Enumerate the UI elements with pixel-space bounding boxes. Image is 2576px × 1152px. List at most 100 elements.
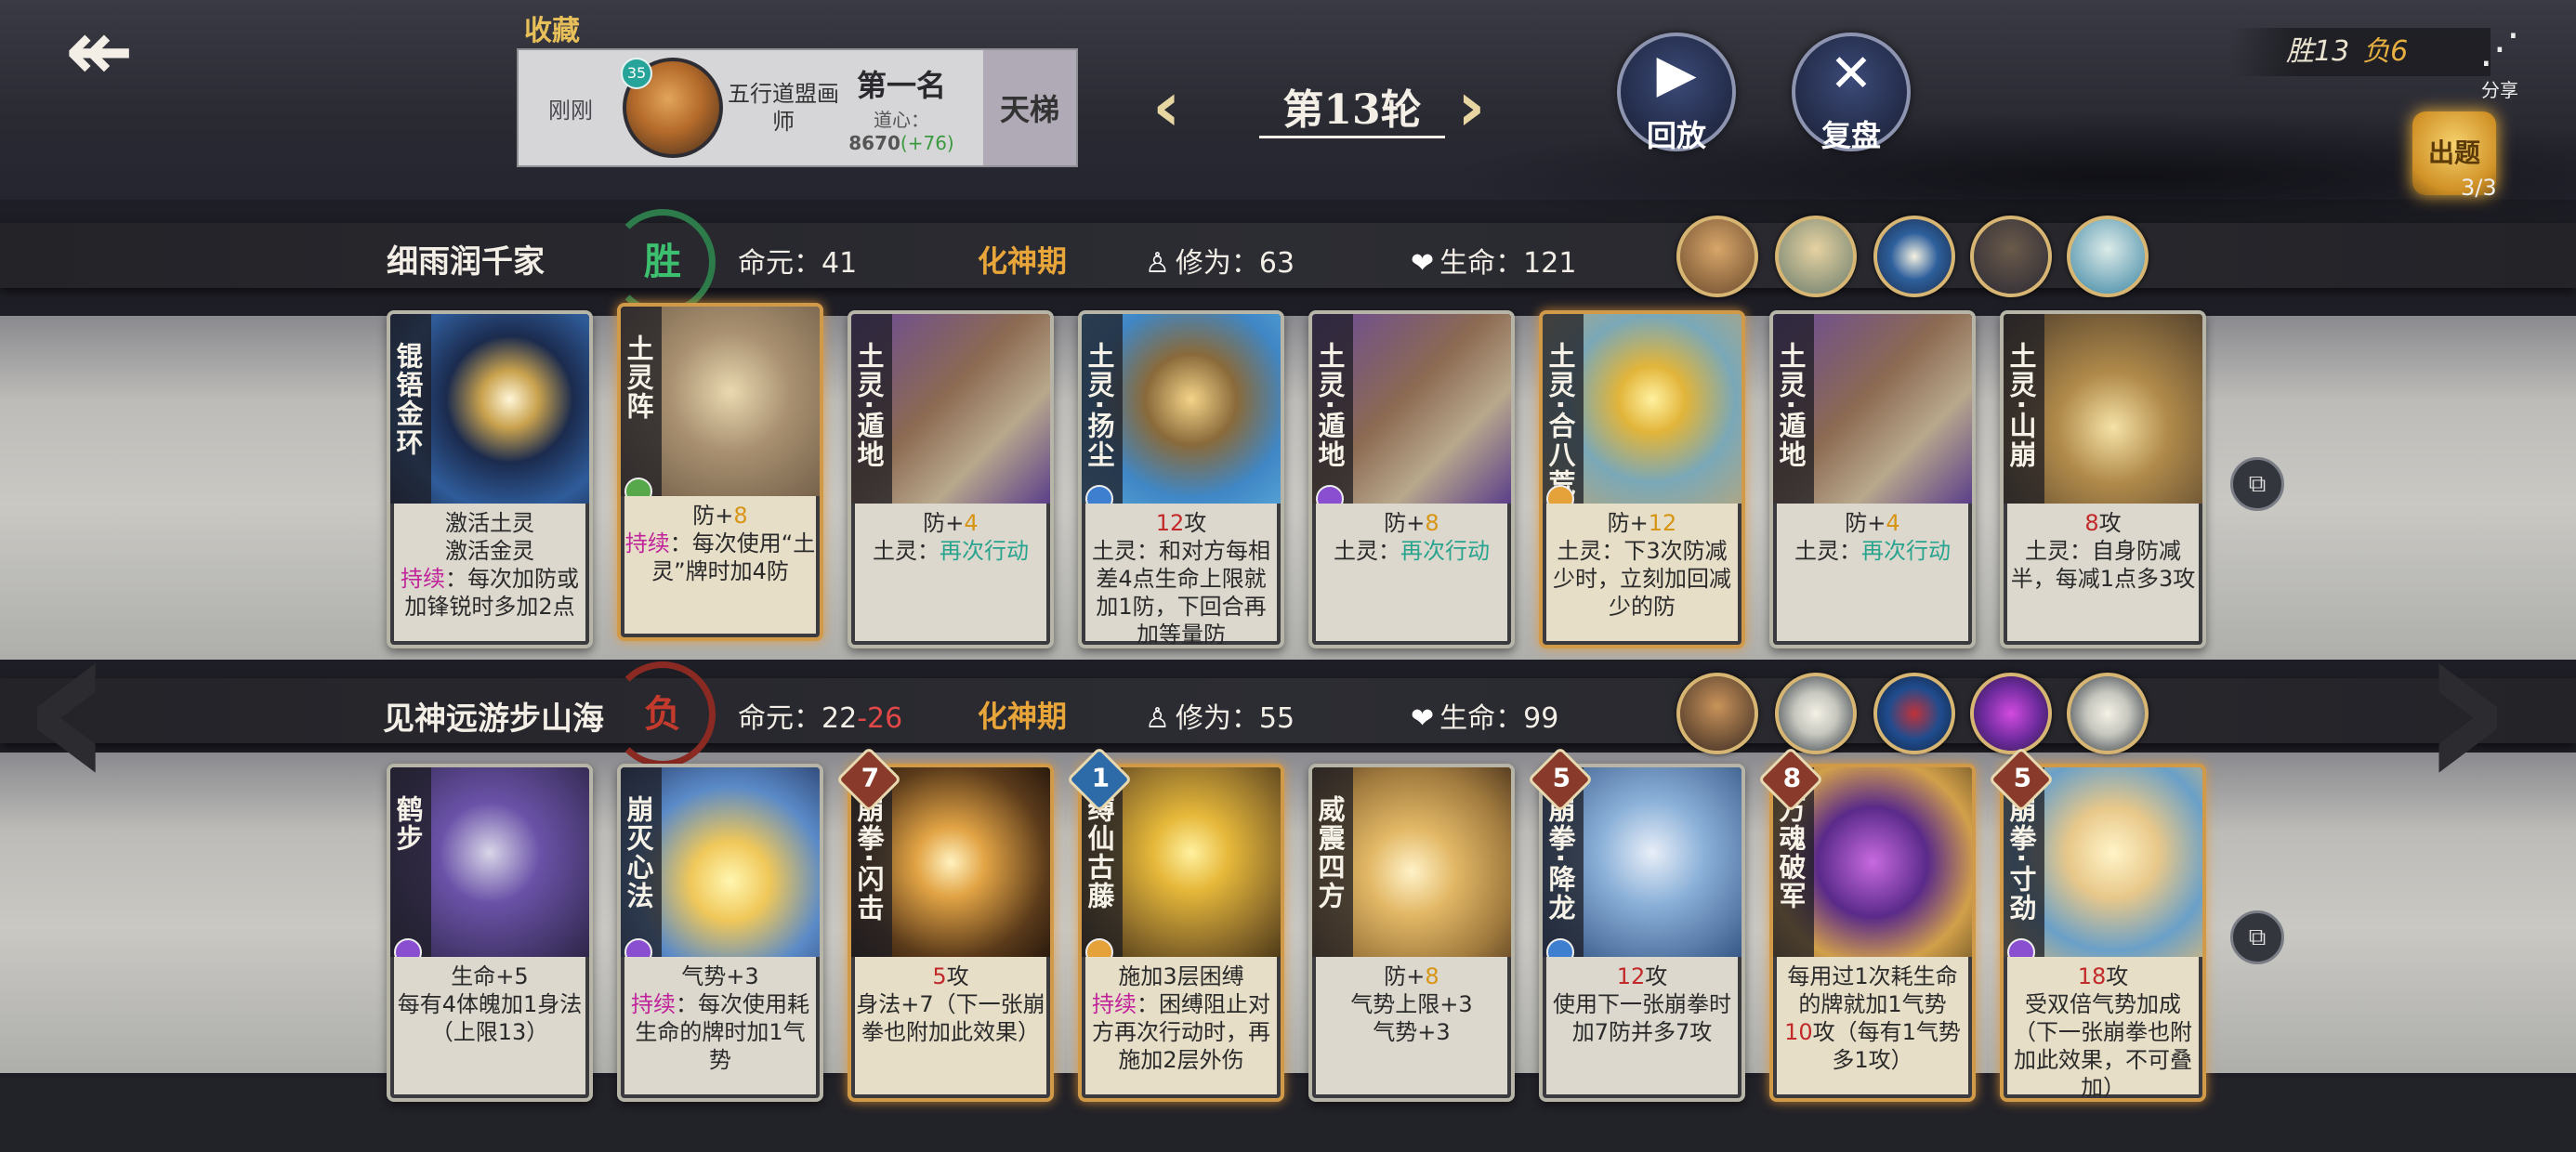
share-button[interactable]: ⋰ 分享 — [2463, 23, 2537, 102]
share-label: 分享 — [2481, 79, 2518, 101]
player2-companion-avatar-5[interactable] — [2067, 673, 2149, 754]
player-profile-card[interactable]: 刚刚 35 五行道盟画师 第一名 道心： 8670(+76) 天梯 — [517, 48, 1078, 167]
card-title: 锟铻金环 — [392, 342, 424, 457]
card-title: 土灵·山崩 — [2005, 342, 2037, 470]
card-description: 气势+3 持续：每次使用耗生命的牌时加1气势 — [624, 957, 816, 1094]
player2-card[interactable]: 威震四方 防+8 气势上限+3 气势+3 — [1308, 764, 1515, 1102]
back-button[interactable]: ↞ — [65, 10, 167, 92]
dao-delta: (+76) — [900, 131, 954, 154]
mingyuan-value: 41 — [821, 247, 858, 280]
player1-result-badge: 胜 — [610, 209, 716, 315]
card-description: 18攻 受双倍气势加成（下一张崩拳也附加此效果，不可叠加） — [2007, 957, 2199, 1098]
copy-deck-icon[interactable]: ⧉ — [2230, 457, 2284, 511]
player1-card[interactable]: 土灵阵 防+8 持续：每次使用“土灵”牌时加4防 — [617, 303, 823, 641]
life-value: 121 — [1523, 247, 1577, 280]
next-round-button[interactable]: › — [1457, 72, 1486, 141]
card-description: 防+8 气势上限+3 气势+3 — [1316, 957, 1507, 1094]
player1-card[interactable]: 土灵·遁地 防+8 土灵：再次行动 — [1308, 310, 1515, 648]
life-label: 生命： — [1439, 702, 1524, 735]
player2-card[interactable]: 万魂破军 每用过1次耗生命的牌就加1气势 10攻（每有1气势多1攻） — [1769, 764, 1976, 1102]
win-loss-record: 胜13 负6 — [2230, 28, 2491, 76]
card-title: 土灵·遁地 — [853, 342, 885, 470]
player1-card[interactable]: 土灵·遁地 防+4 土灵：再次行动 — [1769, 310, 1976, 648]
card-title: 土灵·合八荒 — [1544, 342, 1576, 499]
previous-label: 刚刚 — [548, 97, 593, 124]
mingyuan-label: 命元： — [738, 247, 821, 280]
player1-card[interactable]: 锟铻金环 激活土灵 激活金灵 持续：每次加防或加锋锐时多加2点 — [387, 310, 593, 648]
card-title: 崩灭心法 — [623, 795, 654, 910]
xiuwei-value: 55 — [1258, 702, 1295, 735]
player1-card[interactable]: 土灵·山崩 8攻 土灵：自身防减半，每减1点多3攻 — [2000, 310, 2206, 648]
player1-card[interactable]: 土灵·扬尘 12攻 土灵：和对方每相差4点生命上限就加1防，下回合再加等量防 — [1078, 310, 1284, 648]
dao-value: 8670 — [848, 131, 900, 154]
player2-card[interactable]: 崩拳·闪击 5攻 身法+7（下一张崩拳也附加此效果） — [848, 764, 1054, 1102]
player1-companion-avatar-3[interactable] — [1873, 216, 1955, 297]
card-title: 土灵·遁地 — [1314, 342, 1346, 470]
player2-card[interactable]: 崩灭心法 气势+3 持续：每次使用耗生命的牌时加1气势 — [617, 764, 823, 1102]
card-description: 防+4 土灵：再次行动 — [855, 504, 1046, 641]
prev-page-arrow[interactable]: ‹ — [19, 585, 118, 827]
mingyuan-label: 命元： — [738, 702, 821, 735]
replay-label: 回放 — [1646, 118, 1706, 153]
quiz-count: 3/3 — [2461, 175, 2497, 201]
player1-companion-avatar-1[interactable] — [1676, 216, 1758, 297]
quiz-label: 出题 — [2427, 137, 2480, 168]
card-description: 5攻 身法+7（下一张崩拳也附加此效果） — [855, 957, 1046, 1094]
player1-card[interactable]: 土灵·合八荒 防+12 土灵：下3次防减少时，立刻加回减少的防 — [1539, 310, 1745, 648]
life-value: 99 — [1523, 702, 1559, 735]
player2-mingyuan: 命元：22-26 — [738, 695, 902, 736]
next-page-arrow[interactable]: › — [2416, 585, 2516, 827]
chevron-left-icon: ‹ — [1152, 67, 1181, 147]
player2-companion-avatar-4[interactable] — [1970, 673, 2052, 754]
player2-name: 见神远游步山海 — [383, 700, 604, 738]
collect-label[interactable]: 收藏 — [524, 7, 580, 48]
player2-companion-avatar-1[interactable] — [1676, 673, 1758, 754]
xiuwei-value: 63 — [1258, 247, 1295, 280]
review-button[interactable]: ✕ 复盘 — [1792, 33, 1911, 153]
card-description: 生命+5 每有4体魄加1身法（上限13） — [394, 957, 585, 1094]
card-title: 鹤步 — [392, 795, 424, 853]
player2-card[interactable]: 崩拳·降龙 12攻 使用下一张崩拳时加7防并多7攻 — [1539, 764, 1745, 1102]
player1-companion-avatar-4[interactable] — [1970, 216, 2052, 297]
share-icon: ⋰ — [2479, 25, 2520, 72]
dao-label: 道心： — [874, 108, 929, 131]
player2-card[interactable]: 崩拳·寸劲 18攻 受双倍气势加成（下一张崩拳也附加此效果，不可叠加） — [2000, 764, 2206, 1102]
card-description: 防+8 持续：每次使用“土灵”牌时加4防 — [624, 496, 816, 634]
player-title: 五行道盟画师 — [728, 81, 839, 135]
player1-companion-avatar-5[interactable] — [2067, 216, 2149, 297]
heart-icon: ❤ — [1411, 702, 1435, 735]
player2-card[interactable]: 缚仙古藤 施加3层困缚 持续：困缚阻止对方再次行动时，再施加2层外伤 — [1078, 764, 1284, 1102]
play-icon: ▶ — [1656, 44, 1697, 104]
loss-count: 负6 — [2362, 35, 2409, 68]
player2-xiuwei: ♙ 修为：55 — [1145, 695, 1295, 736]
heart-icon: ❤ — [1411, 247, 1435, 280]
prev-round-button[interactable]: ‹ — [1152, 72, 1181, 141]
card-title: 威震四方 — [1314, 795, 1346, 910]
replay-button[interactable]: ▶ 回放 — [1617, 33, 1736, 153]
review-label: 复盘 — [1820, 118, 1881, 153]
copy-deck-icon[interactable]: ⧉ — [2230, 910, 2284, 964]
card-description: 12攻 使用下一张崩拳时加7防并多7攻 — [1546, 957, 1738, 1094]
player2-card[interactable]: 鹤步 生命+5 每有4体魄加1身法（上限13） — [387, 764, 593, 1102]
card-description: 12攻 土灵：和对方每相差4点生命上限就加1防，下回合再加等量防 — [1085, 504, 1277, 645]
double-arrow-left-icon: ↞ — [65, 3, 134, 98]
meditation-icon: ♙ — [1145, 247, 1170, 280]
level-badge: 35 — [621, 58, 652, 89]
ladder-tab[interactable]: 天梯 — [983, 50, 1076, 165]
card-title: 缚仙古藤 — [1084, 795, 1115, 910]
player1-card[interactable]: 土灵·遁地 防+4 土灵：再次行动 — [848, 310, 1054, 648]
player2-companion-avatar-2[interactable] — [1775, 673, 1857, 754]
cross-swords-icon: ✕ — [1829, 44, 1873, 104]
dao-value-line: 8670(+76) — [844, 132, 959, 154]
player2-realm: 化神期 — [978, 699, 1068, 734]
player2-result-badge: 负 — [610, 661, 716, 767]
avatar: 35 — [621, 58, 723, 158]
meditation-icon: ♙ — [1145, 702, 1170, 735]
player2-life: ❤ 生命：99 — [1411, 695, 1558, 736]
card-title: 土灵·扬尘 — [1084, 342, 1115, 470]
player1-name: 细雨润千家 — [387, 243, 545, 281]
card-description: 防+4 土灵：再次行动 — [1777, 504, 1968, 641]
player1-realm: 化神期 — [978, 243, 1068, 279]
player2-companion-avatar-3[interactable] — [1873, 673, 1955, 754]
player1-companion-avatar-2[interactable] — [1775, 216, 1857, 297]
